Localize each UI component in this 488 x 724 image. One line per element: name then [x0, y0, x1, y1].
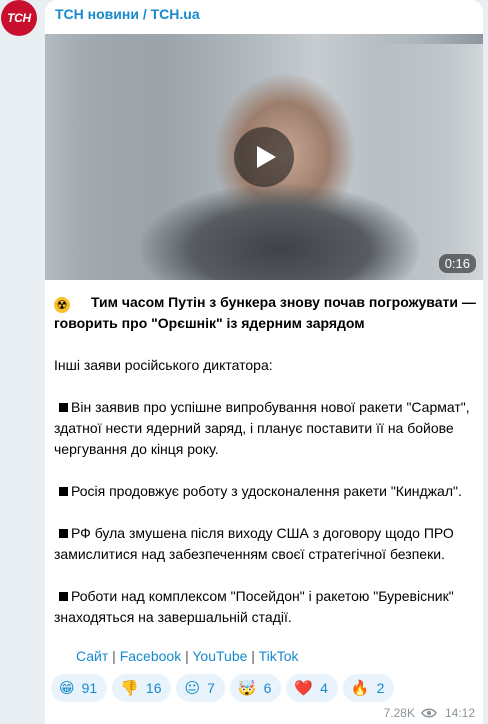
square-bullet-icon — [59, 592, 68, 602]
link-site[interactable]: Сайт — [76, 648, 108, 664]
reaction-heart[interactable]: ❤️ 4 — [286, 674, 338, 702]
link-facebook[interactable]: Facebook — [120, 648, 181, 664]
post-title: ☢ Тим часом Путін з бункера знову почав п… — [54, 292, 479, 334]
bullet-text: Він заявив про успішне випробування ново… — [54, 399, 470, 457]
radioactive-icon: ☢ — [54, 297, 70, 313]
reaction-fire[interactable]: 🔥 2 — [342, 674, 395, 702]
reaction-grin[interactable]: 😁 91 — [51, 674, 108, 702]
link-bar: Сайт | Facebook | YouTube | TikTok — [76, 648, 299, 664]
bullet-text: Роботи над комплексом "Посейдон" і ракет… — [54, 588, 454, 625]
reaction-count: 4 — [320, 680, 328, 696]
post-intro: Інші заяви російського диктатора: — [54, 357, 273, 373]
reaction-neutral[interactable]: 😐 7 — [176, 674, 225, 702]
reaction-count: 91 — [81, 680, 98, 696]
heart-icon: ❤️ — [294, 679, 314, 697]
link-tiktok[interactable]: TikTok — [259, 648, 299, 664]
bullet-item: Росія продовжує роботу з удосконалення р… — [54, 481, 479, 502]
video-duration: 0:16 — [438, 254, 476, 273]
bullet-item: Він заявив про успішне випробування ново… — [54, 397, 479, 460]
channel-name[interactable]: ТСН новини / TCH.ua — [55, 6, 200, 22]
play-icon — [257, 146, 276, 168]
bullet-item: Роботи над комплексом "Посейдон" і ракет… — [54, 586, 479, 628]
message-bubble: ТСН новини / TCH.ua 0:16 ☢ Тим часом Путі… — [45, 0, 483, 724]
square-bullet-icon — [59, 403, 68, 413]
thumbs-down-icon: 👎 — [120, 679, 139, 697]
square-bullet-icon — [59, 529, 68, 539]
message-meta: 7.28K 14:12 — [384, 706, 475, 720]
bullet-text: РФ була змушена після виходу США з догов… — [54, 525, 454, 562]
reaction-count: 6 — [263, 680, 272, 696]
view-count: 7.28K — [383, 706, 415, 720]
mind-blown-icon: 🤯 — [237, 679, 257, 697]
play-button[interactable] — [234, 127, 294, 187]
post-text: ☢ Тим часом Путін з бункера знову почав п… — [54, 292, 479, 628]
reaction-count: 2 — [376, 680, 385, 696]
bullet-item: РФ була змушена після виходу США з догов… — [54, 523, 479, 565]
neutral-face-icon: 😐 — [184, 679, 201, 697]
square-bullet-icon — [59, 487, 68, 497]
bullet-text: Росія продовжує роботу з удосконалення р… — [71, 483, 462, 499]
reaction-count: 16 — [145, 680, 162, 696]
reactions-bar: 😁 91 👎 16 😐 7 🤯 6 ❤️ 4 🔥 2 — [51, 674, 395, 702]
post-title-text: Тим часом Путін з бункера знову почав по… — [54, 294, 476, 331]
reaction-mind-blown[interactable]: 🤯 6 — [229, 674, 282, 702]
video-preview[interactable]: 0:16 — [45, 34, 483, 280]
reaction-thumbs-down[interactable]: 👎 16 — [112, 674, 172, 702]
channel-avatar[interactable]: ТСН — [1, 0, 37, 36]
link-youtube[interactable]: YouTube — [192, 648, 247, 664]
reaction-count: 7 — [207, 680, 215, 696]
eye-icon — [421, 708, 437, 718]
message-time: 14:12 — [444, 706, 475, 720]
fire-icon: 🔥 — [350, 679, 370, 697]
grin-emoji-icon: 😁 — [59, 679, 75, 697]
